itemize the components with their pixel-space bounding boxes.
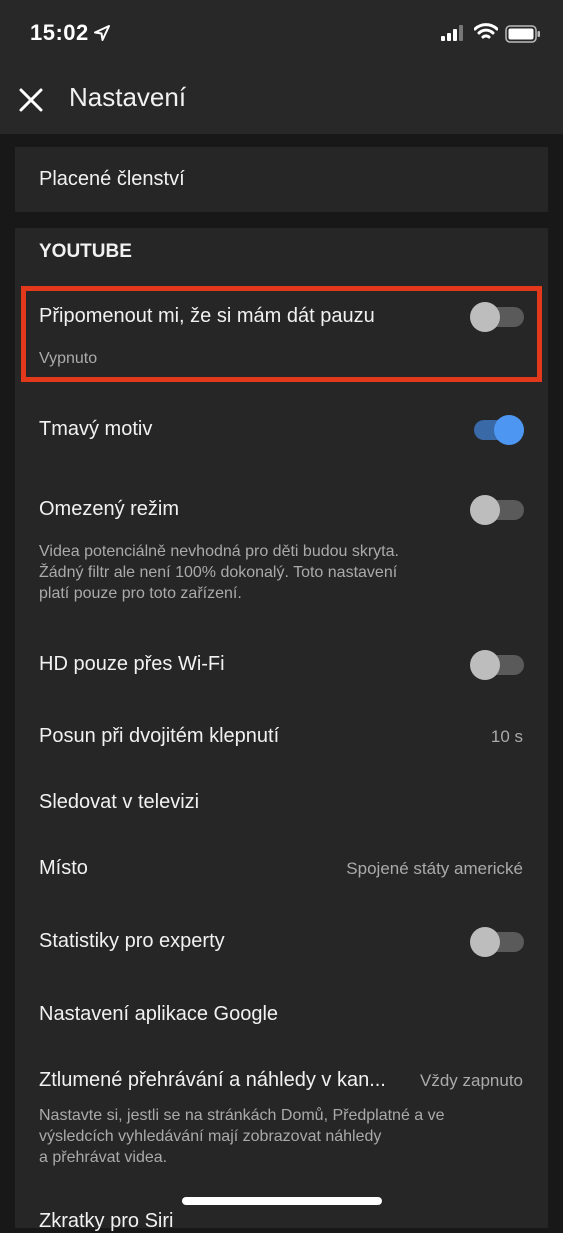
location-row[interactable]: Místo Spojené státy americké: [15, 837, 548, 901]
muted-playback-value: Vždy zapnuto: [419, 1071, 523, 1090]
muted-playback-description: Nastavte si, jestli se na stránkách Domů…: [39, 1105, 445, 1168]
wifi-icon: [474, 23, 498, 39]
stats-for-nerds-toggle[interactable]: [470, 927, 524, 957]
location-value: Spojené státy americké: [346, 859, 523, 878]
double-tap-seek-row[interactable]: Posun při dvojitém klepnutí 10 s: [15, 705, 548, 769]
description-line: výsledcích vyhledávání mají zobrazovat n…: [39, 1128, 382, 1145]
double-tap-seek-value: 10 s: [490, 727, 523, 746]
description-line: Videa potenciálně nevhodná pro děti budo…: [39, 543, 399, 560]
dark-theme-toggle[interactable]: [470, 415, 524, 445]
location-label: Místo: [39, 857, 88, 879]
stats-for-nerds-row[interactable]: Statistiky pro experty: [15, 910, 548, 974]
description-line: Nastavte si, jestli se na stránkách Domů…: [39, 1107, 445, 1124]
app-bar: Nastavení: [0, 70, 563, 134]
siri-shortcuts-label: Zkratky pro Siri: [39, 1210, 174, 1232]
location-arrow-icon: [94, 25, 110, 41]
hd-wifi-label: HD pouze přes Wi-Fi: [39, 653, 225, 675]
hd-wifi-toggle[interactable]: [470, 650, 524, 680]
battery-icon: [505, 25, 540, 43]
premium-membership-label: Placené členství: [39, 168, 185, 190]
double-tap-seek-label: Posun při dvojitém klepnutí: [39, 725, 280, 747]
description-line: platí pouze pro toto zařízení.: [39, 585, 242, 602]
toggle-knob: [470, 927, 500, 957]
description-line: a přehrávat videa.: [39, 1149, 168, 1166]
page-title: Nastavení: [69, 82, 187, 112]
muted-playback-label: Ztlumené přehrávání a náhledy v kan...: [39, 1069, 386, 1091]
home-indicator: [182, 1197, 382, 1205]
status-time: 15:02: [30, 20, 89, 45]
google-app-settings-label: Nastavení aplikace Google: [39, 1003, 279, 1025]
dark-theme-label: Tmavý motiv: [39, 418, 153, 440]
toggle-knob: [494, 415, 524, 445]
toggle-knob: [470, 650, 500, 680]
watch-on-tv-label: Sledovat v televizi: [39, 791, 200, 813]
premium-card[interactable]: Placené členství: [15, 147, 548, 212]
google-app-settings-row[interactable]: Nastavení aplikace Google: [15, 983, 548, 1047]
status-bar: 15:02: [0, 0, 563, 70]
watch-on-tv-row[interactable]: Sledovat v televizi: [15, 771, 548, 835]
restricted-mode-toggle[interactable]: [470, 495, 524, 525]
toggle-knob: [470, 495, 500, 525]
dark-theme-row[interactable]: Tmavý motiv: [15, 398, 548, 462]
section-header: YOUTUBE: [39, 241, 132, 262]
hd-wifi-row[interactable]: HD pouze přes Wi-Fi: [15, 633, 548, 697]
stats-for-nerds-label: Statistiky pro experty: [39, 930, 225, 952]
restricted-mode-description: Videa potenciálně nevhodná pro děti budo…: [39, 541, 399, 604]
restricted-mode-row[interactable]: Omezený režim Videa potenciálně nevhodná…: [15, 478, 548, 618]
highlight-box: [21, 286, 542, 382]
restricted-mode-label: Omezený režim: [39, 498, 180, 520]
cellular-signal-icon: [441, 25, 463, 41]
description-line: Žádný filtr ale není 100% dokonalý. Toto…: [39, 564, 398, 581]
muted-playback-row[interactable]: Ztlumené přehrávání a náhledy v kan... V…: [15, 1056, 548, 1181]
close-icon[interactable]: [18, 87, 44, 113]
